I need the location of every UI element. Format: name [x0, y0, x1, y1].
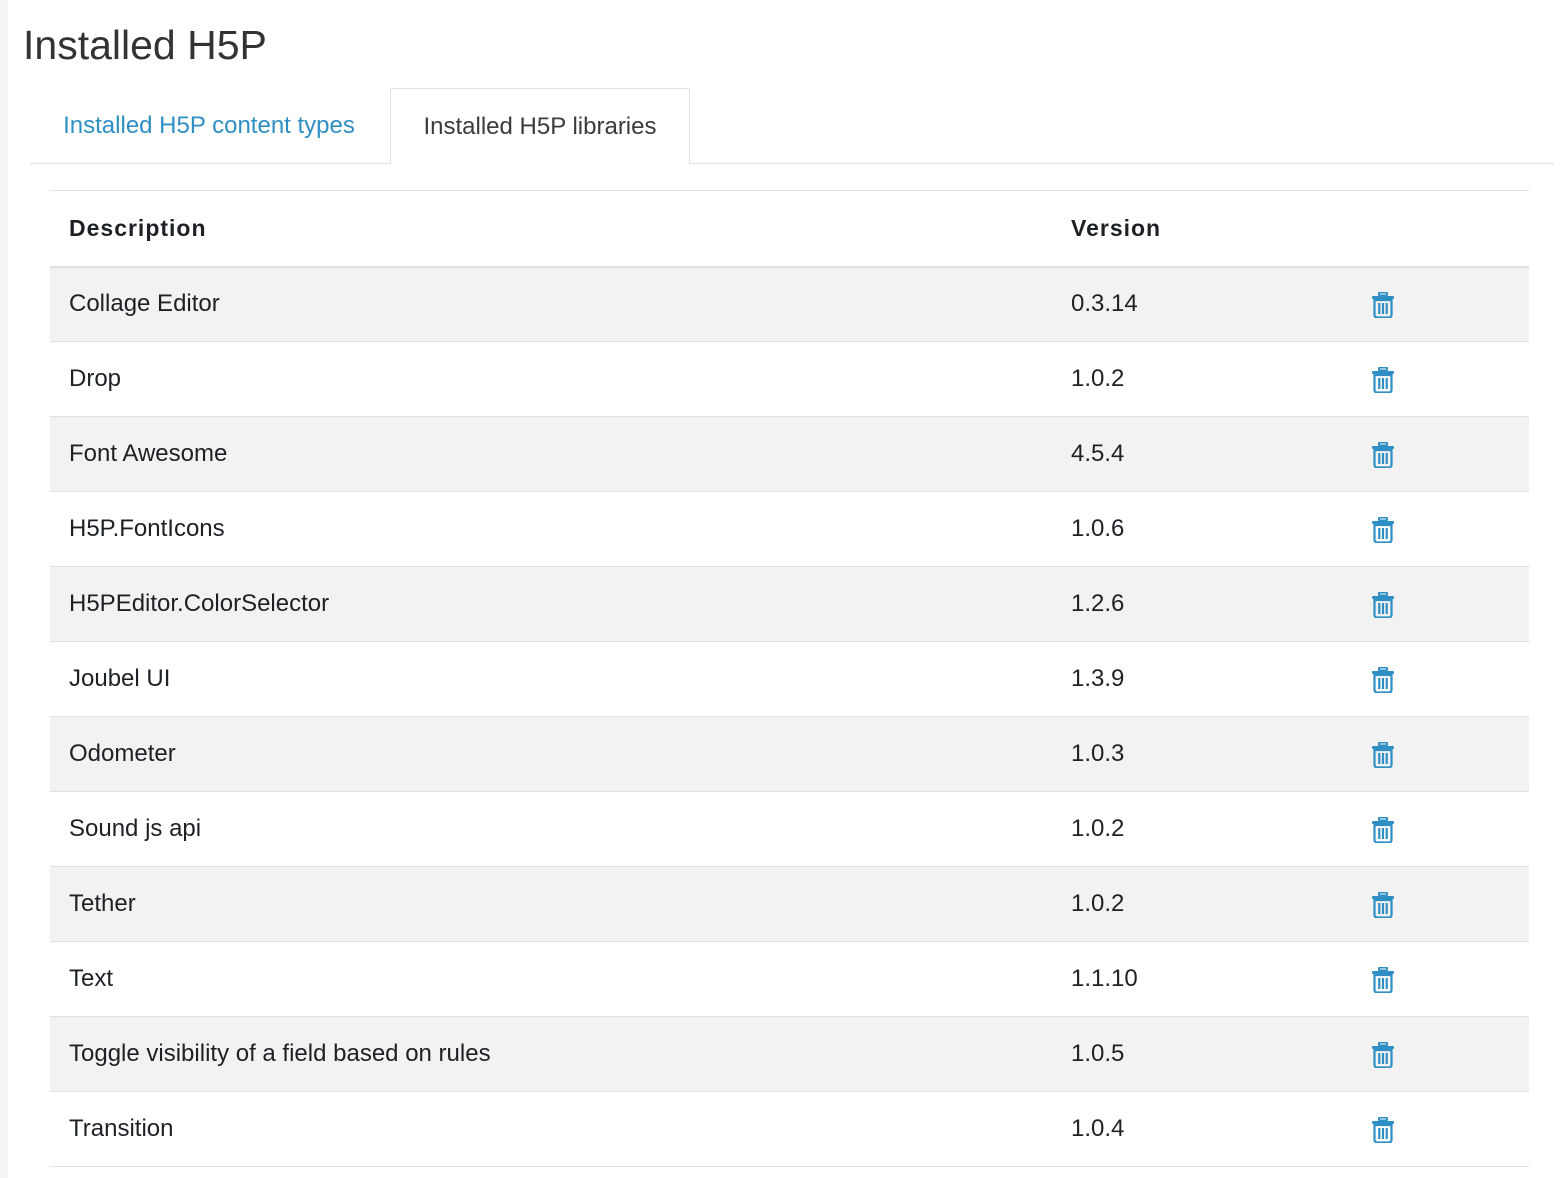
trash-icon[interactable]	[1371, 516, 1395, 543]
library-description: Odometer	[69, 740, 176, 767]
library-actions	[1352, 1092, 1529, 1167]
library-actions	[1352, 342, 1529, 417]
libraries-table: Description Version Collage Editor 0.3.14…	[50, 190, 1529, 1167]
library-actions	[1352, 642, 1529, 717]
library-description: Collage Editor	[69, 290, 220, 318]
library-version: 1.0.2	[1071, 890, 1125, 917]
library-description: Tether	[69, 890, 136, 917]
table-row: Tether 1.0.2	[50, 866, 1529, 942]
library-description: Font Awesome	[69, 440, 228, 467]
table-row: Sound js api 1.0.2	[50, 791, 1529, 867]
library-version: 1.1.10	[1071, 965, 1138, 992]
table-row: Odometer 1.0.3	[50, 716, 1529, 792]
table-row: H5P.FontIcons 1.0.6	[50, 491, 1529, 567]
library-version: 1.0.4	[1071, 1115, 1125, 1142]
table-row: Toggle visibility of a field based on ru…	[50, 1016, 1529, 1092]
table-row: Text 1.1.10	[50, 941, 1529, 1017]
library-description: Transition	[69, 1115, 174, 1142]
library-description: Sound js api	[69, 815, 202, 842]
library-version: 0.3.14	[1071, 290, 1138, 318]
table-row: Collage Editor 0.3.14	[50, 266, 1529, 342]
trash-icon[interactable]	[1371, 291, 1395, 318]
library-version: 1.0.5	[1071, 1040, 1125, 1067]
library-actions	[1352, 717, 1529, 792]
library-actions	[1352, 417, 1529, 492]
library-actions	[1352, 567, 1529, 642]
library-description: H5P.FontIcons	[69, 515, 225, 542]
library-version: 1.0.2	[1071, 365, 1125, 392]
page-title: Installed H5P	[23, 22, 267, 68]
library-actions	[1352, 792, 1529, 867]
table-header-row: Description Version	[50, 190, 1529, 267]
trash-icon[interactable]	[1371, 441, 1395, 468]
left-edge-strip	[0, 0, 8, 1178]
table-body: Collage Editor 0.3.14 Drop 1.0.2 Font Awesom…	[50, 266, 1529, 1167]
trash-icon[interactable]	[1371, 891, 1395, 918]
tab-content-types[interactable]: Installed H5P content types	[30, 88, 388, 164]
trash-icon[interactable]	[1371, 741, 1395, 768]
trash-icon[interactable]	[1371, 1041, 1395, 1068]
library-description: Drop	[69, 365, 122, 392]
library-version: 1.0.6	[1071, 515, 1125, 542]
table-row: Drop 1.0.2	[50, 341, 1529, 417]
library-version: 1.0.3	[1071, 740, 1125, 767]
table-row: Transition 1.0.4	[50, 1091, 1529, 1167]
trash-icon[interactable]	[1371, 591, 1395, 618]
library-version: 1.0.2	[1071, 815, 1125, 842]
library-description: Joubel UI	[69, 665, 171, 692]
library-actions	[1352, 267, 1529, 342]
library-actions	[1352, 867, 1529, 942]
page: Installed H5P Installed H5P content type…	[0, 0, 1562, 1178]
trash-icon[interactable]	[1371, 966, 1395, 993]
trash-icon[interactable]	[1371, 666, 1395, 693]
table-row: H5PEditor.ColorSelector 1.2.6	[50, 566, 1529, 642]
library-version: 1.3.9	[1071, 665, 1125, 692]
column-header-actions	[1352, 191, 1529, 267]
column-header-description: Description	[69, 214, 207, 241]
library-actions	[1352, 942, 1529, 1017]
library-version: 4.5.4	[1071, 440, 1125, 467]
library-version: 1.2.6	[1071, 590, 1125, 617]
library-actions	[1352, 1017, 1529, 1092]
library-description: H5PEditor.ColorSelector	[69, 590, 330, 617]
library-description: Toggle visibility of a field based on ru…	[69, 1040, 491, 1067]
trash-icon[interactable]	[1371, 816, 1395, 843]
column-header-version: Version	[1071, 214, 1162, 241]
table-row: Font Awesome 4.5.4	[50, 416, 1529, 492]
tab-libraries[interactable]: Installed H5P libraries	[390, 88, 690, 165]
tab-bar: Installed H5P content types Installed H5…	[30, 88, 1554, 165]
trash-icon[interactable]	[1371, 366, 1395, 393]
trash-icon[interactable]	[1371, 1116, 1395, 1143]
library-actions	[1352, 492, 1529, 567]
library-description: Text	[69, 965, 114, 992]
libraries-table-container: Description Version Collage Editor 0.3.14…	[50, 190, 1529, 1167]
table-row: Joubel UI 1.3.9	[50, 641, 1529, 717]
